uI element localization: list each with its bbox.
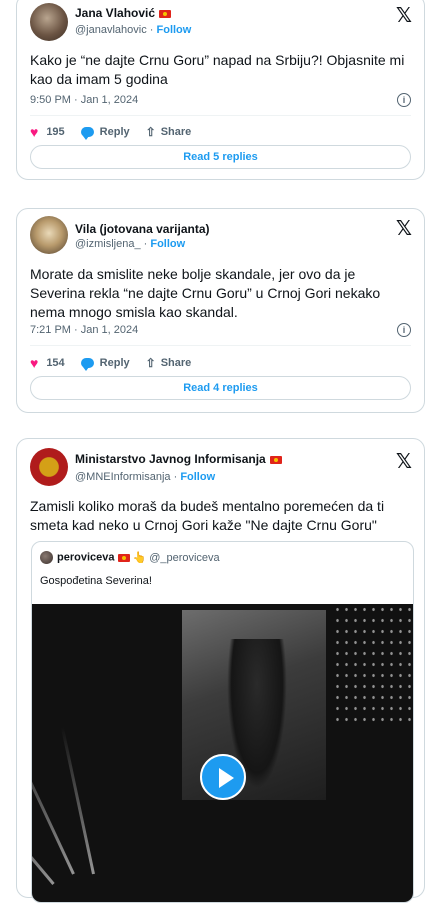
share-label: Share bbox=[160, 126, 192, 138]
reply-label: Reply bbox=[99, 126, 130, 138]
share-icon: ⇧ bbox=[145, 125, 156, 139]
avatar[interactable] bbox=[30, 3, 68, 41]
follow-button[interactable]: Follow bbox=[157, 24, 192, 36]
share-button[interactable]: ⇧ Share bbox=[146, 125, 192, 139]
tweet-card: Ministarstvo Javnog Informisanja @MNEInf… bbox=[16, 438, 425, 903]
tweet-timestamp[interactable]: 9:50 PM · Jan 1, 2024 bbox=[30, 94, 138, 106]
reply-button[interactable]: Reply bbox=[80, 357, 130, 371]
share-icon: ⇧ bbox=[145, 356, 156, 370]
author-handle-row: @izmisljena_ · Follow bbox=[75, 238, 186, 250]
like-count: 195 bbox=[46, 126, 65, 138]
tweet-card: Vila (jotovana varijanta) @izmisljena_ ·… bbox=[16, 208, 425, 413]
read-replies-button[interactable]: Read 4 replies bbox=[30, 376, 411, 400]
quoted-text: Gospođetina Severina! bbox=[40, 575, 152, 587]
string-lights bbox=[333, 604, 413, 724]
video-player[interactable] bbox=[32, 604, 413, 902]
info-icon[interactable]: i bbox=[397, 323, 411, 337]
like-button[interactable]: ♥ 195 bbox=[30, 124, 65, 140]
reply-bubble-icon bbox=[80, 127, 94, 140]
divider bbox=[30, 115, 411, 116]
divider bbox=[30, 345, 411, 346]
tweet-timestamp[interactable]: 7:21 PM · Jan 1, 2024 bbox=[30, 324, 138, 336]
quoted-author-name: peroviceva bbox=[57, 551, 115, 564]
share-label: Share bbox=[160, 357, 192, 369]
light-beam bbox=[60, 726, 95, 875]
author-name[interactable]: Ministarstvo Javnog Informisanja bbox=[75, 452, 266, 466]
reply-bubble-icon bbox=[80, 358, 94, 371]
quoted-author-handle: @_peroviceva bbox=[149, 551, 220, 564]
author-handle[interactable]: @izmisljena_ bbox=[75, 238, 141, 250]
quoted-author: peroviceva 👆 @_peroviceva bbox=[40, 551, 220, 564]
avatar bbox=[40, 551, 53, 564]
author-name[interactable]: Vila (jotovana varijanta) bbox=[75, 222, 210, 236]
x-logo-icon[interactable]: 𝕏 bbox=[396, 449, 412, 473]
avatar[interactable] bbox=[30, 216, 68, 254]
like-button[interactable]: ♥ 154 bbox=[30, 355, 65, 371]
reply-button[interactable]: Reply bbox=[80, 126, 130, 140]
like-count: 154 bbox=[46, 357, 65, 369]
hand-emoji-icon: 👆 bbox=[132, 552, 147, 564]
follow-button[interactable]: Follow bbox=[180, 471, 215, 483]
tweet-text: Zamisli koliko moraš da budeš mentalno p… bbox=[30, 498, 385, 533]
tweet-text: Kako je “ne dajte Crnu Goru” napad na Sr… bbox=[30, 52, 405, 87]
play-icon[interactable] bbox=[200, 754, 246, 800]
tweet-text: Morate da smislite neke bolje skandale, … bbox=[30, 266, 381, 320]
reply-label: Reply bbox=[99, 357, 130, 369]
author-name-row[interactable]: Ministarstvo Javnog Informisanja bbox=[75, 452, 282, 466]
flag-icon bbox=[269, 455, 282, 464]
x-logo-icon[interactable]: 𝕏 bbox=[396, 3, 412, 27]
info-icon[interactable]: i bbox=[397, 93, 411, 107]
author-handle[interactable]: @janavlahovic bbox=[75, 24, 147, 36]
author-handle[interactable]: @MNEInformisanja bbox=[75, 471, 171, 483]
share-button[interactable]: ⇧ Share bbox=[146, 356, 192, 370]
heart-icon: ♥ bbox=[30, 124, 39, 140]
read-replies-button[interactable]: Read 5 replies bbox=[30, 145, 411, 169]
x-logo-icon[interactable]: 𝕏 bbox=[396, 216, 412, 240]
action-bar: ♥ 154 Reply ⇧ Share bbox=[30, 355, 207, 371]
author-name-row[interactable]: Jana Vlahović bbox=[75, 6, 172, 20]
follow-button[interactable]: Follow bbox=[150, 238, 185, 250]
author-handle-row: @MNEInformisanja · Follow bbox=[75, 471, 216, 483]
author-handle-row: @janavlahovic · Follow bbox=[75, 24, 192, 36]
flag-icon bbox=[118, 553, 131, 562]
avatar[interactable] bbox=[30, 448, 68, 486]
flag-icon bbox=[159, 9, 172, 18]
quoted-tweet[interactable]: peroviceva 👆 @_peroviceva Gospođetina Seve… bbox=[31, 541, 414, 903]
author-name[interactable]: Jana Vlahović bbox=[75, 6, 155, 20]
heart-icon: ♥ bbox=[30, 355, 39, 371]
light-beam bbox=[32, 719, 75, 875]
action-bar: ♥ 195 Reply ⇧ Share bbox=[30, 124, 207, 140]
tweet-card: Jana Vlahović @janavlahovic · Follow 𝕏 K… bbox=[16, 0, 425, 180]
